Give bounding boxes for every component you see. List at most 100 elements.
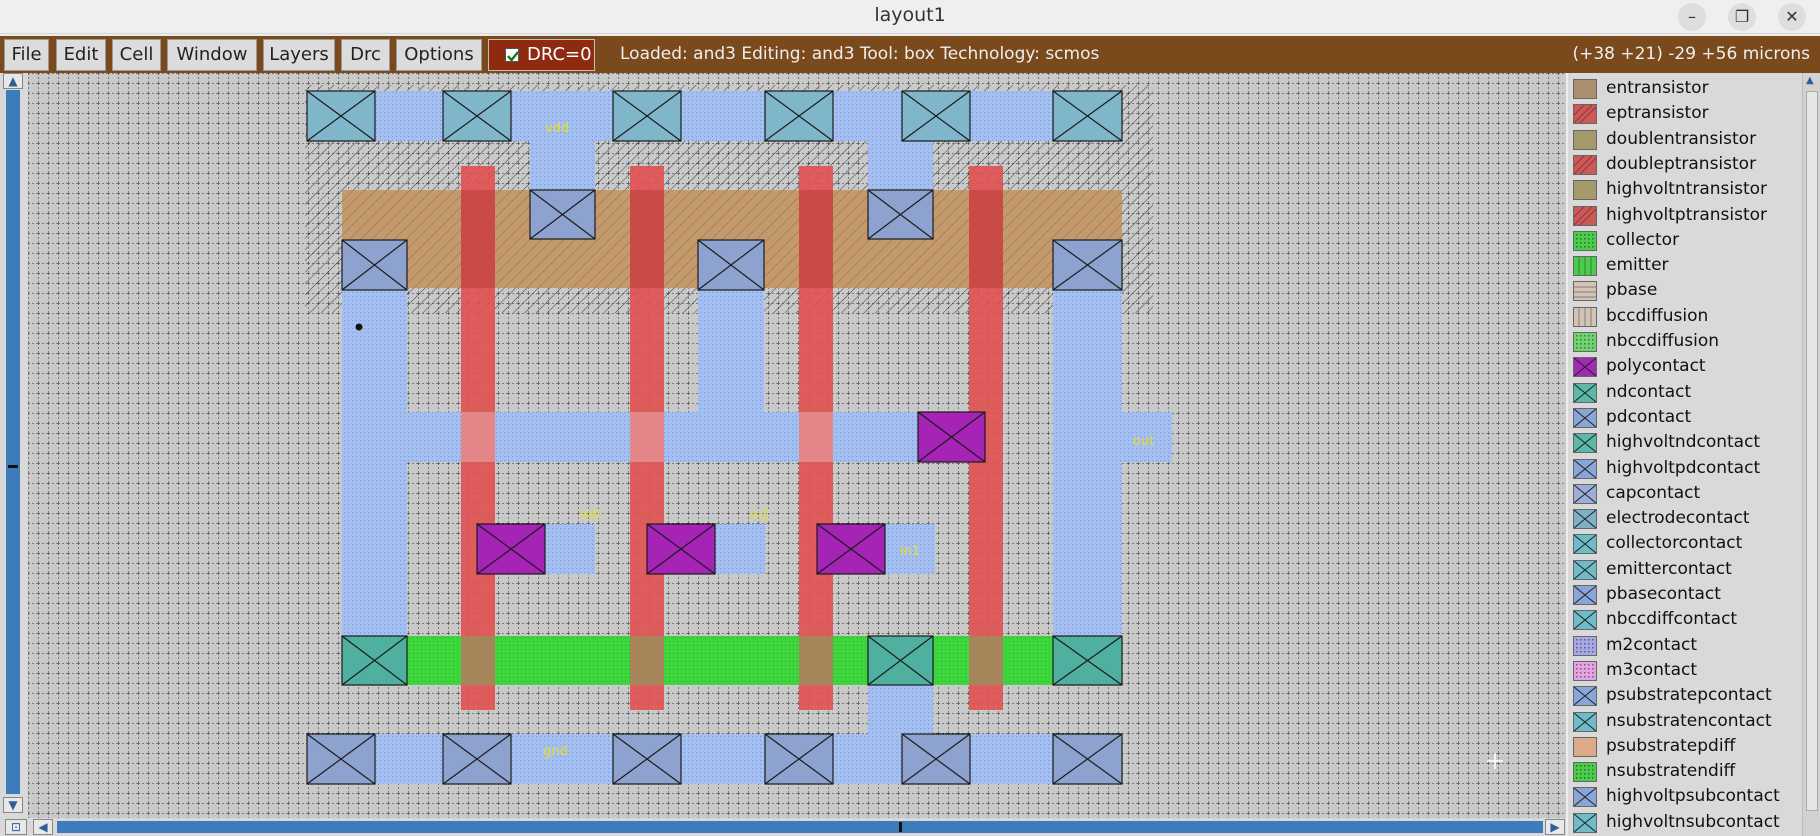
layer-name: polycontact	[1606, 356, 1706, 377]
layer-swatch-icon[interactable]	[1573, 357, 1597, 378]
layer-name: m3contact	[1606, 659, 1697, 680]
layer-swatch-icon[interactable]	[1573, 79, 1597, 99]
scroll-right-icon[interactable]: ▶	[1545, 819, 1565, 835]
vertical-scrollbar[interactable]: ▲ ▼	[0, 73, 28, 819]
layer-item[interactable]: pbase	[1568, 278, 1798, 303]
scroll-position-marker	[8, 465, 18, 468]
layer-swatch-icon[interactable]	[1573, 635, 1597, 656]
layer-swatch-icon[interactable]	[1573, 256, 1597, 277]
menu-drc[interactable]: Drc	[341, 39, 390, 71]
menu-options[interactable]: Options	[396, 39, 482, 71]
layer-item[interactable]: highvoltpdcontact	[1568, 456, 1798, 481]
palette-scrollbar[interactable]: ▲	[1802, 73, 1820, 836]
menu-window[interactable]: Window	[167, 39, 257, 71]
layer-item[interactable]: highvoltnsubcontact	[1568, 810, 1798, 835]
layer-item[interactable]: eptransistor	[1568, 101, 1798, 126]
layer-swatch-icon[interactable]	[1573, 610, 1597, 631]
layer-swatch-icon[interactable]	[1573, 509, 1597, 530]
label-in0: in0	[580, 508, 600, 523]
layer-name: highvoltptransistor	[1606, 204, 1768, 225]
layer-swatch-icon[interactable]	[1573, 762, 1597, 783]
layer-swatch-icon[interactable]	[1573, 787, 1597, 808]
layer-item[interactable]: nbccdiffcontact	[1568, 607, 1798, 632]
layer-item[interactable]: nsubstratencontact	[1568, 709, 1798, 734]
layer-swatch-icon[interactable]	[1573, 660, 1597, 681]
horizontal-scrollbar[interactable]: ⊡ ◀ ▶	[0, 818, 1566, 836]
layer-item[interactable]: electrodecontact	[1568, 506, 1798, 531]
layer-swatch-icon[interactable]	[1573, 180, 1597, 201]
layer-item[interactable]: polycontact	[1568, 354, 1798, 379]
palette-scroll-thumb[interactable]	[1806, 91, 1818, 811]
layer-item[interactable]: emittercontact	[1568, 557, 1798, 582]
layer-swatch-icon[interactable]	[1573, 483, 1597, 504]
layer-swatch-icon[interactable]	[1573, 205, 1597, 226]
layer-swatch-icon[interactable]	[1573, 736, 1597, 757]
layer-item[interactable]: highvoltndcontact	[1568, 430, 1798, 455]
layer-item[interactable]: m3contact	[1568, 658, 1798, 683]
close-icon[interactable]: ✕	[1778, 3, 1806, 31]
layout-canvas[interactable]: vdd gnd out in0 in2 in1	[28, 73, 1566, 819]
vertical-scroll-thumb[interactable]	[6, 90, 20, 794]
drc-checkbox-icon[interactable]	[505, 48, 519, 62]
layer-item[interactable]: capcontact	[1568, 481, 1798, 506]
layer-item[interactable]: ndcontact	[1568, 380, 1798, 405]
layer-swatch-icon[interactable]	[1573, 382, 1597, 403]
menu-edit[interactable]: Edit	[56, 39, 106, 71]
layer-name: doubleptransistor	[1606, 153, 1757, 174]
layer-item[interactable]: bccdiffusion	[1568, 304, 1798, 329]
layer-name: highvoltnsubcontact	[1606, 811, 1780, 832]
layer-item[interactable]: collectorcontact	[1568, 531, 1798, 556]
layer-item[interactable]: psubstratepcontact	[1568, 683, 1798, 708]
layer-item[interactable]: highvoltntransistor	[1568, 177, 1798, 202]
layer-item[interactable]: doublentransistor	[1568, 127, 1798, 152]
menu-cell[interactable]: Cell	[112, 39, 161, 71]
poly-contact-out	[917, 411, 986, 463]
scroll-left-icon[interactable]: ◀	[33, 819, 53, 835]
layer-swatch-icon[interactable]	[1573, 458, 1597, 479]
maximize-icon[interactable]: ❐	[1728, 3, 1756, 31]
layer-swatch-icon[interactable]	[1573, 585, 1597, 605]
layer-swatch-icon[interactable]	[1573, 281, 1597, 302]
layer-item[interactable]: pbasecontact	[1568, 582, 1798, 607]
layer-swatch-icon[interactable]	[1573, 686, 1597, 707]
layer-swatch-icon[interactable]	[1573, 129, 1597, 150]
title-bar: layout1 – ❐ ✕	[0, 0, 1820, 34]
label-in2: in2	[750, 508, 770, 523]
layer-swatch-icon[interactable]	[1573, 407, 1597, 428]
layer-item[interactable]: m2contact	[1568, 633, 1798, 658]
layer-swatch-icon[interactable]	[1573, 104, 1597, 125]
layer-swatch-icon[interactable]	[1573, 711, 1597, 732]
menu-file[interactable]: File	[4, 39, 49, 71]
horizontal-scroll-thumb[interactable]	[57, 821, 1543, 833]
scroll-down-icon[interactable]: ▼	[3, 797, 23, 813]
layer-item[interactable]: doubleptransistor	[1568, 152, 1798, 177]
layer-name: bccdiffusion	[1606, 305, 1709, 326]
layer-item[interactable]: highvoltptransistor	[1568, 203, 1798, 228]
layer-swatch-icon[interactable]	[1573, 433, 1597, 454]
drc-label: DRC=0	[527, 44, 592, 65]
scroll-corner-icon[interactable]: ⊡	[5, 819, 27, 835]
palette-scroll-up-icon[interactable]: ▲	[1806, 75, 1814, 86]
layer-item[interactable]: highvoltpsubcontact	[1568, 784, 1798, 809]
layer-item[interactable]: psubstratepdiff	[1568, 734, 1798, 759]
layer-swatch-icon[interactable]	[1573, 306, 1597, 327]
layer-item[interactable]: collector	[1568, 228, 1798, 253]
layer-item[interactable]: nbccdiffusion	[1568, 329, 1798, 354]
layer-item[interactable]: emitter	[1568, 253, 1798, 278]
menu-layers[interactable]: Layers	[263, 39, 335, 71]
layer-item[interactable]: pdcontact	[1568, 405, 1798, 430]
layer-name: psubstratepdiff	[1606, 735, 1736, 756]
layer-swatch-icon[interactable]	[1573, 812, 1597, 833]
layer-swatch-icon[interactable]	[1573, 154, 1597, 175]
layer-item[interactable]: nsubstratendiff	[1568, 759, 1798, 784]
layer-swatch-icon[interactable]	[1573, 534, 1597, 555]
scroll-up-icon[interactable]: ▲	[3, 73, 23, 89]
layer-swatch-icon[interactable]	[1573, 230, 1597, 251]
layer-name: ndcontact	[1606, 381, 1692, 402]
window-title: layout1	[874, 4, 946, 26]
drc-toggle[interactable]: DRC=0	[488, 39, 595, 71]
layer-item[interactable]: entransistor	[1568, 76, 1798, 101]
layer-swatch-icon[interactable]	[1573, 559, 1597, 580]
minimize-icon[interactable]: –	[1678, 3, 1706, 31]
layer-swatch-icon[interactable]	[1573, 332, 1597, 352]
